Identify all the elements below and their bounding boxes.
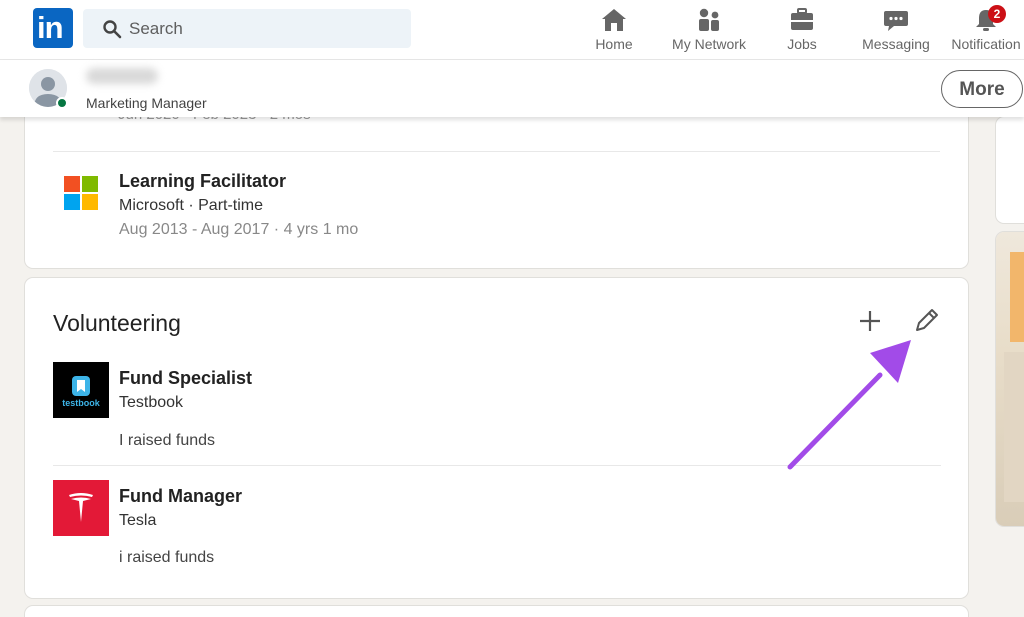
linkedin-logo-mark: in: [37, 10, 64, 45]
volunteer-role-title: Fund Manager: [119, 486, 243, 506]
volunteer-description: i raised funds: [119, 549, 215, 566]
message-icon: [884, 11, 908, 31]
edit-pencil-icon[interactable]: [911, 306, 941, 336]
experience-dates: Aug 2013 - Aug 2017 · 4 yrs 1 mo: [119, 221, 359, 238]
search-icon: [103, 20, 122, 39]
experience-title: Learning Facilitator: [119, 171, 287, 191]
notification-count-badge: 2: [988, 5, 1006, 23]
tesla-t-icon: [69, 493, 93, 522]
sidebar-ad-card[interactable]: [996, 232, 1024, 526]
nav-notifications[interactable]: 2 Notification: [948, 4, 1024, 56]
volunteer-organization: Testbook: [119, 394, 184, 411]
volunteer-description: I raised funds: [119, 432, 216, 449]
sidebar-card: [996, 117, 1024, 223]
testbook-logo-text: testbook: [62, 398, 100, 408]
online-status-dot: [56, 97, 68, 109]
experience-company: Microsoft · Part-time: [119, 197, 264, 214]
testbook-mark-icon: [72, 376, 90, 396]
volunteer-role-title: Fund Specialist: [119, 368, 253, 388]
volunteering-divider: [53, 465, 941, 466]
nav-my-network[interactable]: My Network: [668, 4, 750, 56]
home-icon: [602, 9, 626, 31]
ad-image-block: [1010, 252, 1024, 342]
linkedin-logo[interactable]: in: [33, 8, 73, 48]
add-icon[interactable]: [855, 306, 885, 336]
nav-notifications-label: Notification: [951, 36, 1021, 52]
experience-divider: [53, 151, 940, 152]
microsoft-logo: [64, 176, 98, 210]
search-input[interactable]: [129, 9, 399, 48]
nav-my-network-label: My Network: [672, 36, 746, 52]
briefcase-icon: [791, 8, 813, 30]
nav-messaging[interactable]: Messaging: [860, 4, 932, 56]
nav-jobs-label: Jobs: [787, 36, 817, 52]
nav-messaging-label: Messaging: [862, 36, 930, 52]
next-section-card: [25, 606, 968, 617]
testbook-logo: testbook: [53, 362, 109, 418]
search-box[interactable]: [83, 9, 411, 48]
network-icon: [699, 8, 719, 31]
nav-jobs[interactable]: Jobs: [780, 4, 824, 56]
nav-home[interactable]: Home: [590, 4, 638, 56]
ad-image-shade: [1004, 352, 1024, 502]
sticky-profile-bar: Marketing Manager More: [0, 60, 1024, 117]
more-button[interactable]: More: [941, 70, 1023, 108]
volunteering-section-title: Volunteering: [53, 310, 181, 336]
top-navigation-bar: in Home My Network Jobs: [0, 0, 1024, 60]
nav-home-label: Home: [595, 36, 633, 52]
profile-headline: Marketing Manager: [86, 95, 207, 111]
blurred-profile-name: [86, 68, 158, 84]
volunteer-organization: Tesla: [119, 512, 157, 529]
tesla-logo: [53, 480, 109, 536]
